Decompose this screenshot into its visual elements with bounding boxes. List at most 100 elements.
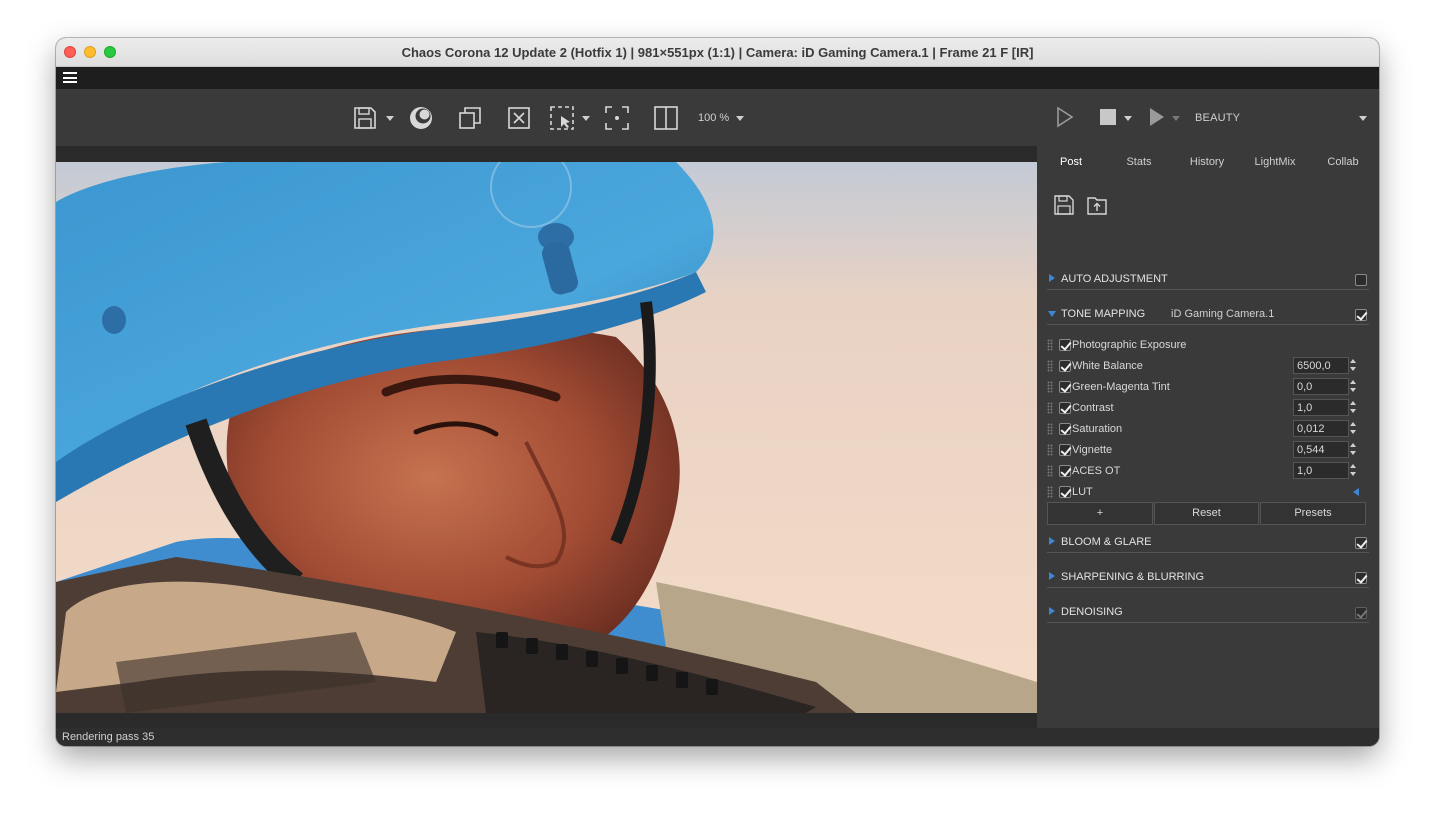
saturation-field[interactable]: 0,012 — [1293, 420, 1349, 437]
expand-arrow-icon[interactable] — [1049, 537, 1055, 545]
stop-render-icon[interactable] — [1099, 108, 1117, 126]
op-label: LUT — [1072, 486, 1093, 498]
render-viewport[interactable] — [56, 146, 1037, 728]
copy-icon[interactable] — [457, 105, 483, 131]
expand-lut-arrow-icon[interactable] — [1353, 488, 1359, 496]
post-panel: Post Stats History LightMix Collab AUTO … — [1037, 146, 1379, 728]
op-checkbox[interactable] — [1059, 381, 1071, 393]
focus-point-icon[interactable] — [604, 105, 630, 131]
reset-button[interactable]: Reset — [1154, 502, 1259, 525]
op-checkbox[interactable] — [1059, 402, 1071, 414]
stop-dropdown-chevron-icon[interactable] — [1124, 116, 1132, 121]
spinner-icon[interactable] — [1349, 399, 1359, 416]
expand-arrow-icon[interactable] — [1049, 274, 1055, 282]
title-bar: Chaos Corona 12 Update 2 (Hotfix 1) | 98… — [56, 38, 1379, 67]
op-checkbox[interactable] — [1059, 339, 1071, 351]
section-sharpening-blurring[interactable]: SHARPENING & BLURRING — [1047, 568, 1369, 588]
tab-lightmix[interactable]: LightMix — [1241, 156, 1309, 168]
collapse-arrow-icon[interactable] — [1048, 311, 1056, 317]
drag-handle-icon[interactable] — [1047, 381, 1053, 393]
op-checkbox[interactable] — [1059, 444, 1071, 456]
section-auto-adjustment[interactable]: AUTO ADJUSTMENT — [1047, 270, 1369, 290]
zoom-level[interactable]: 100 % — [698, 112, 729, 124]
add-operator-button[interactable]: + — [1047, 502, 1153, 525]
split-view-icon[interactable] — [653, 105, 679, 131]
tone-op-contrast: Contrast 1,0 — [1047, 398, 1369, 418]
tab-collab[interactable]: Collab — [1309, 156, 1377, 168]
op-label: Photographic Exposure — [1072, 339, 1187, 351]
save-settings-icon[interactable] — [1053, 194, 1075, 216]
save-dropdown-chevron-icon[interactable] — [386, 116, 394, 121]
drag-handle-icon[interactable] — [1047, 402, 1053, 414]
hamburger-menu-icon[interactable] — [63, 72, 77, 83]
section-label: BLOOM & GLARE — [1061, 536, 1152, 548]
spinner-icon[interactable] — [1349, 357, 1359, 374]
op-label: Green-Magenta Tint — [1072, 381, 1170, 393]
sharpening-checkbox[interactable] — [1355, 572, 1367, 584]
presets-button[interactable]: Presets — [1260, 502, 1366, 525]
clear-render-icon[interactable] — [506, 105, 532, 131]
tone-op-saturation: Saturation 0,012 — [1047, 419, 1369, 439]
op-checkbox[interactable] — [1059, 486, 1071, 498]
tint-field[interactable]: 0,0 — [1293, 378, 1349, 395]
op-checkbox[interactable] — [1059, 465, 1071, 477]
section-label: SHARPENING & BLURRING — [1061, 571, 1205, 583]
tab-history[interactable]: History — [1173, 156, 1241, 168]
drag-handle-icon[interactable] — [1047, 423, 1053, 435]
spinner-icon[interactable] — [1349, 462, 1359, 479]
region-dropdown-chevron-icon[interactable] — [582, 116, 590, 121]
aces-ot-field[interactable]: 1,0 — [1293, 462, 1349, 479]
tone-op-aces-ot: ACES OT 1,0 — [1047, 461, 1369, 481]
save-icon[interactable] — [352, 105, 378, 131]
window-title: Chaos Corona 12 Update 2 (Hotfix 1) | 98… — [401, 45, 1034, 60]
zoom-dropdown-chevron-icon[interactable] — [736, 116, 744, 121]
section-tone-mapping[interactable]: TONE MAPPING iD Gaming Camera.1 — [1047, 305, 1369, 325]
drag-handle-icon[interactable] — [1047, 465, 1053, 477]
section-bloom-glare[interactable]: BLOOM & GLARE — [1047, 533, 1369, 553]
tone-op-photographic-exposure: Photographic Exposure — [1047, 335, 1369, 355]
denoising-checkbox[interactable] — [1355, 607, 1367, 619]
app-window: Chaos Corona 12 Update 2 (Hotfix 1) | 98… — [56, 38, 1379, 746]
section-denoising[interactable]: DENOISING — [1047, 603, 1369, 623]
render-pass-chevron-icon[interactable] — [1359, 116, 1367, 121]
drag-handle-icon[interactable] — [1047, 360, 1053, 372]
white-balance-field[interactable]: 6500,0 — [1293, 357, 1349, 374]
section-label: TONE MAPPING — [1061, 308, 1146, 320]
section-label: DENOISING — [1061, 606, 1123, 618]
op-label: White Balance — [1072, 360, 1143, 372]
load-settings-icon[interactable] — [1086, 194, 1108, 216]
contrast-field[interactable]: 1,0 — [1293, 399, 1349, 416]
expand-arrow-icon[interactable] — [1049, 572, 1055, 580]
spinner-icon[interactable] — [1349, 420, 1359, 437]
resume-render-icon[interactable] — [1147, 106, 1167, 128]
tone-mapping-checkbox[interactable] — [1355, 309, 1367, 321]
op-label: Saturation — [1072, 423, 1123, 435]
tone-op-lut: LUT — [1047, 482, 1369, 502]
render-pass-select[interactable]: BEAUTY — [1195, 112, 1240, 124]
spinner-icon[interactable] — [1349, 378, 1359, 395]
tab-stats[interactable]: Stats — [1105, 156, 1173, 168]
expand-arrow-icon[interactable] — [1049, 607, 1055, 615]
main-toolbar: 100 % — [56, 89, 1037, 146]
vignette-field[interactable]: 0,544 — [1293, 441, 1349, 458]
op-checkbox[interactable] — [1059, 360, 1071, 372]
op-checkbox[interactable] — [1059, 423, 1071, 435]
region-select-icon[interactable] — [549, 105, 575, 131]
auto-adjustment-checkbox[interactable] — [1355, 274, 1367, 286]
panel-tabs: Post Stats History LightMix Collab — [1037, 146, 1379, 178]
resume-dropdown-chevron-icon[interactable] — [1172, 116, 1180, 121]
drag-handle-icon[interactable] — [1047, 339, 1053, 351]
bloom-glare-checkbox[interactable] — [1355, 537, 1367, 549]
tab-post[interactable]: Post — [1037, 156, 1105, 168]
tone-mapping-camera: iD Gaming Camera.1 — [1171, 308, 1275, 320]
status-text: Rendering pass 35 — [62, 731, 155, 743]
corona-logo-icon[interactable] — [408, 105, 434, 131]
tone-op-white-balance: White Balance 6500,0 — [1047, 356, 1369, 376]
spinner-icon[interactable] — [1349, 441, 1359, 458]
tone-mapping-buttons: + Reset Presets — [1047, 502, 1369, 526]
drag-handle-icon[interactable] — [1047, 486, 1053, 498]
status-bar: Rendering pass 35 — [56, 728, 1379, 746]
drag-handle-icon[interactable] — [1047, 444, 1053, 456]
tone-op-vignette: Vignette 0,544 — [1047, 440, 1369, 460]
start-render-icon[interactable] — [1055, 106, 1075, 128]
